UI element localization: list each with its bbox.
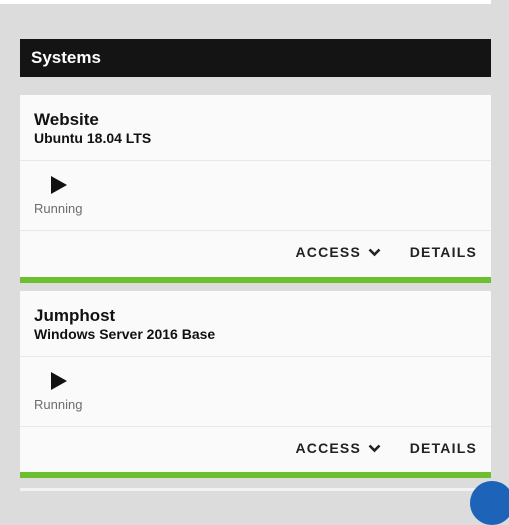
system-os: Windows Server 2016 Base	[34, 326, 216, 342]
access-button[interactable]: ACCESS	[295, 244, 381, 260]
system-actions: ACCESS DETAILS	[20, 231, 491, 274]
system-card-header: Jumphost Windows Server 2016 Base	[20, 291, 491, 357]
details-label: DETAILS	[409, 440, 477, 456]
chevron-down-icon	[368, 244, 381, 260]
access-button[interactable]: ACCESS	[295, 440, 381, 456]
system-actions: ACCESS DETAILS	[20, 427, 491, 470]
details-button[interactable]: DETAILS	[410, 440, 477, 456]
system-card: Jumphost Windows Server 2016 Base Runnin…	[20, 291, 491, 478]
system-card: Website Ubuntu 18.04 LTS Running ACCESS …	[20, 95, 491, 283]
details-button[interactable]: DETAILS	[410, 244, 477, 260]
system-name: Jumphost	[34, 306, 116, 325]
chevron-down-icon	[368, 440, 381, 456]
section-title: Systems	[31, 48, 101, 67]
floating-action-button[interactable]	[470, 481, 509, 525]
status-text: Running	[34, 397, 83, 412]
play-button[interactable]	[34, 173, 70, 199]
status-bar	[20, 472, 491, 478]
system-name: Website	[34, 110, 99, 129]
play-button[interactable]	[34, 369, 70, 395]
previous-card-edge	[0, 0, 491, 4]
system-status-area: Running	[20, 161, 491, 231]
section-header: Systems	[20, 39, 491, 77]
status-text: Running	[34, 201, 83, 216]
access-label: ACCESS	[295, 440, 361, 456]
system-os: Ubuntu 18.04 LTS	[34, 130, 152, 146]
access-label: ACCESS	[295, 244, 361, 260]
play-icon	[51, 176, 67, 194]
system-status-area: Running	[20, 357, 491, 427]
system-card-header: Website Ubuntu 18.04 LTS	[20, 95, 491, 161]
status-bar	[20, 277, 491, 283]
play-icon	[51, 372, 67, 390]
details-label: DETAILS	[409, 244, 477, 260]
